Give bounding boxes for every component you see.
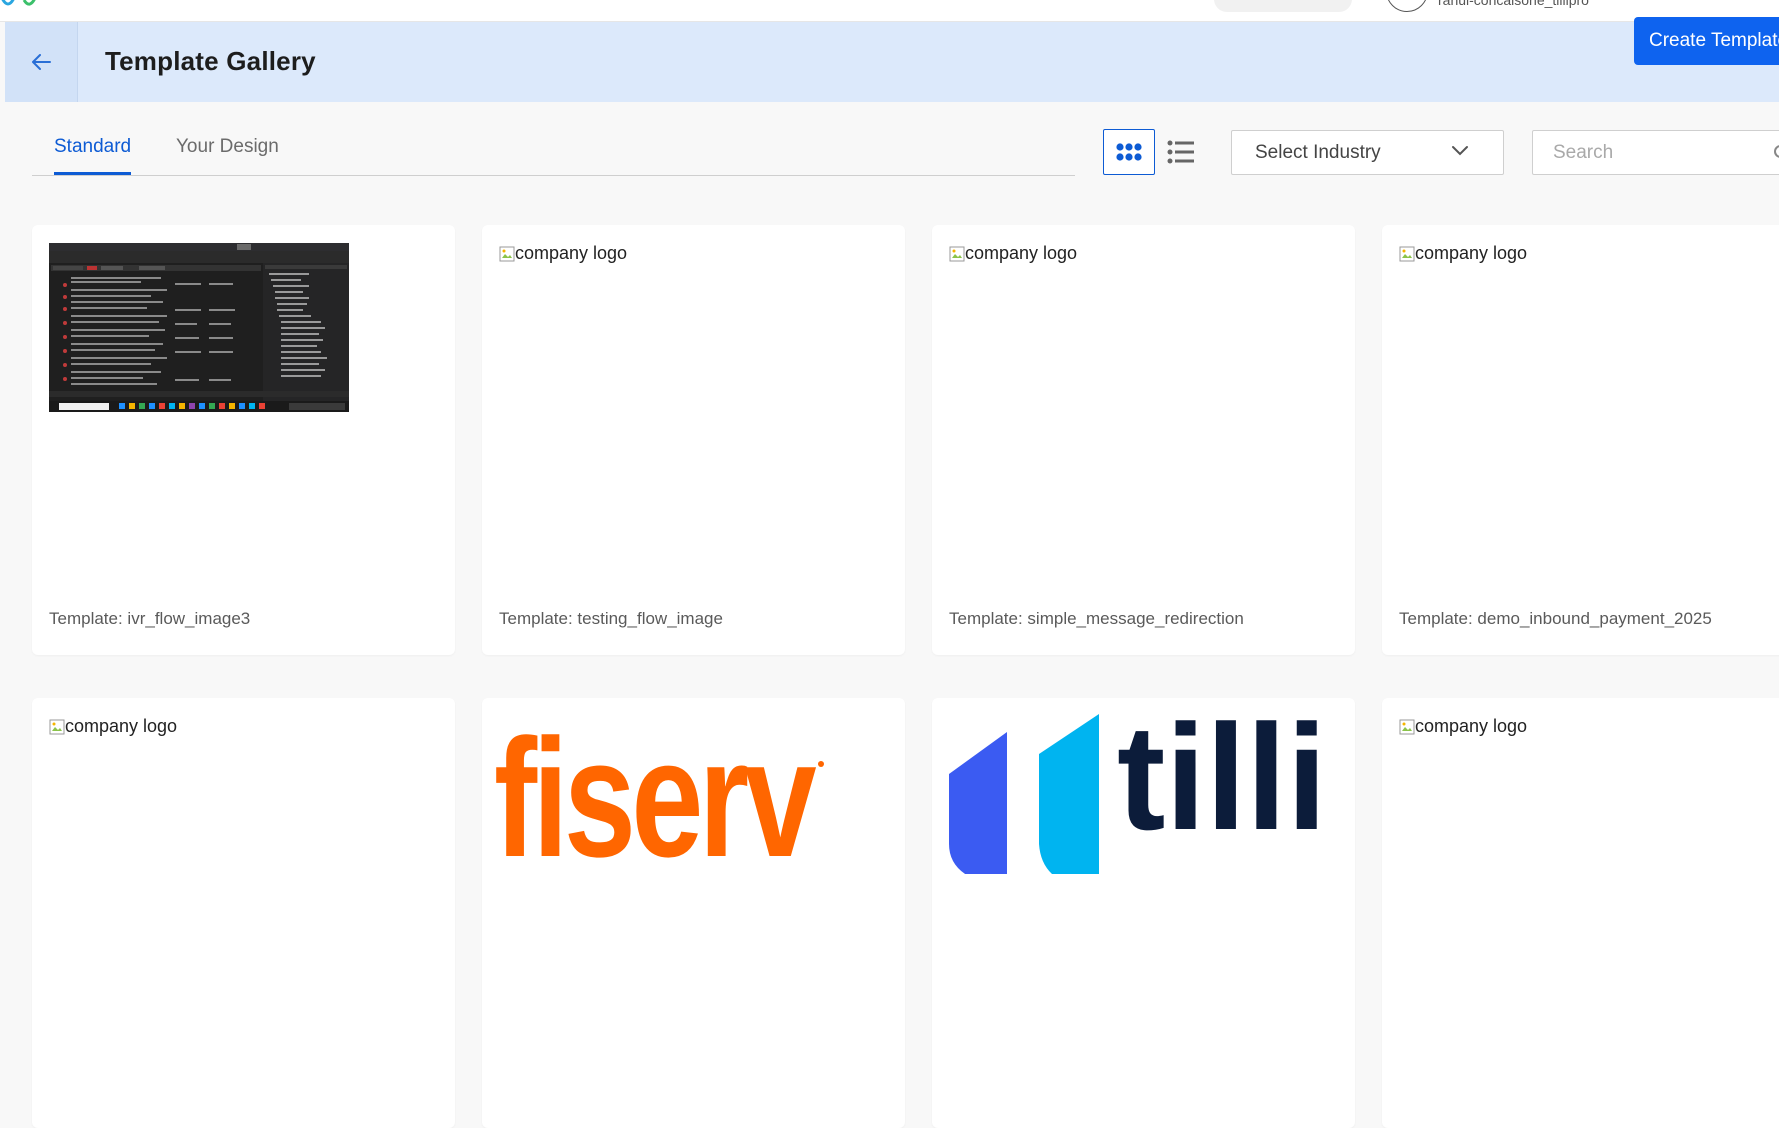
grid-view-button[interactable]	[1103, 129, 1155, 175]
search-input[interactable]	[1533, 131, 1773, 174]
broken-image-icon	[1399, 719, 1415, 734]
app-logo-icon[interactable]	[0, 0, 50, 10]
page-header: Template Gallery	[5, 22, 1779, 102]
fiserv-logo-text: fiserv	[494, 706, 816, 866]
list-view-icon	[1167, 140, 1194, 164]
industry-select-value: Select Industry	[1255, 141, 1381, 163]
back-button[interactable]	[5, 22, 78, 102]
company-logo-alt: company logo	[65, 716, 178, 736]
template-card[interactable]: company logo Template: demo_inbound_paym…	[1382, 225, 1779, 655]
template-caption: Template: testing_flow_image	[499, 609, 723, 628]
grid-view-icon	[1116, 143, 1142, 161]
industry-select[interactable]: Select Industry	[1231, 130, 1504, 175]
template-caption: Template: simple_message_redirection	[949, 609, 1244, 628]
company-logo-image: company logo	[49, 716, 177, 737]
tilli-logo: tilli	[949, 714, 1327, 874]
create-template-button[interactable]: Create Template	[1634, 17, 1779, 65]
top-search-pill[interactable]	[1214, 0, 1352, 12]
user-name[interactable]: rahul-concalsone_tillipro	[1438, 0, 1589, 8]
top-app-bar: rahul-concalsone_tillipro	[0, 0, 1779, 22]
tilli-logo-text: tilli	[1117, 714, 1327, 861]
search-box	[1532, 130, 1779, 175]
company-logo-image: company logo	[1399, 243, 1527, 264]
broken-image-icon	[949, 246, 965, 261]
page-title: Template Gallery	[105, 46, 316, 76]
avatar[interactable]	[1386, 0, 1428, 12]
tilli-mark-left	[949, 732, 1007, 874]
company-logo-image: company logo	[949, 243, 1077, 264]
template-card[interactable]: company logo	[1382, 698, 1779, 1128]
broken-image-icon	[499, 246, 515, 261]
list-view-button[interactable]	[1158, 129, 1204, 175]
tab-standard[interactable]: Standard	[54, 136, 132, 175]
chevron-down-icon	[1452, 146, 1468, 156]
arrow-left-icon	[32, 54, 51, 70]
template-card[interactable]: tilli	[932, 698, 1355, 1128]
fiserv-logo: fiserv	[494, 706, 824, 866]
template-caption: Template: demo_inbound_payment_2025	[1399, 609, 1712, 628]
company-logo-alt: company logo	[515, 243, 628, 263]
company-logo-alt: company logo	[965, 243, 1078, 263]
broken-image-icon	[49, 719, 65, 734]
company-logo-alt: company logo	[1415, 716, 1528, 736]
template-card[interactable]: company logo Template: testing_flow_imag…	[482, 225, 905, 655]
template-tabs: Standard Your Design	[32, 118, 1075, 176]
company-logo-alt: company logo	[1415, 243, 1528, 263]
template-card[interactable]: fiserv	[482, 698, 905, 1128]
screenshot-thumbnail-image	[49, 243, 349, 412]
template-card[interactable]: Template: ivr_flow_image3	[32, 225, 455, 655]
company-logo-image: company logo	[499, 243, 627, 264]
template-caption: Template: ivr_flow_image3	[49, 609, 251, 628]
search-icon[interactable]	[1773, 144, 1779, 162]
broken-image-icon	[1399, 246, 1415, 261]
tilli-mark-right	[1039, 714, 1099, 874]
template-thumbnail	[49, 243, 349, 412]
template-card[interactable]: company logo Template: simple_message_re…	[932, 225, 1355, 655]
tab-your-design[interactable]: Your Design	[176, 136, 279, 172]
company-logo-image: company logo	[1399, 716, 1527, 737]
template-card[interactable]: company logo	[32, 698, 455, 1128]
